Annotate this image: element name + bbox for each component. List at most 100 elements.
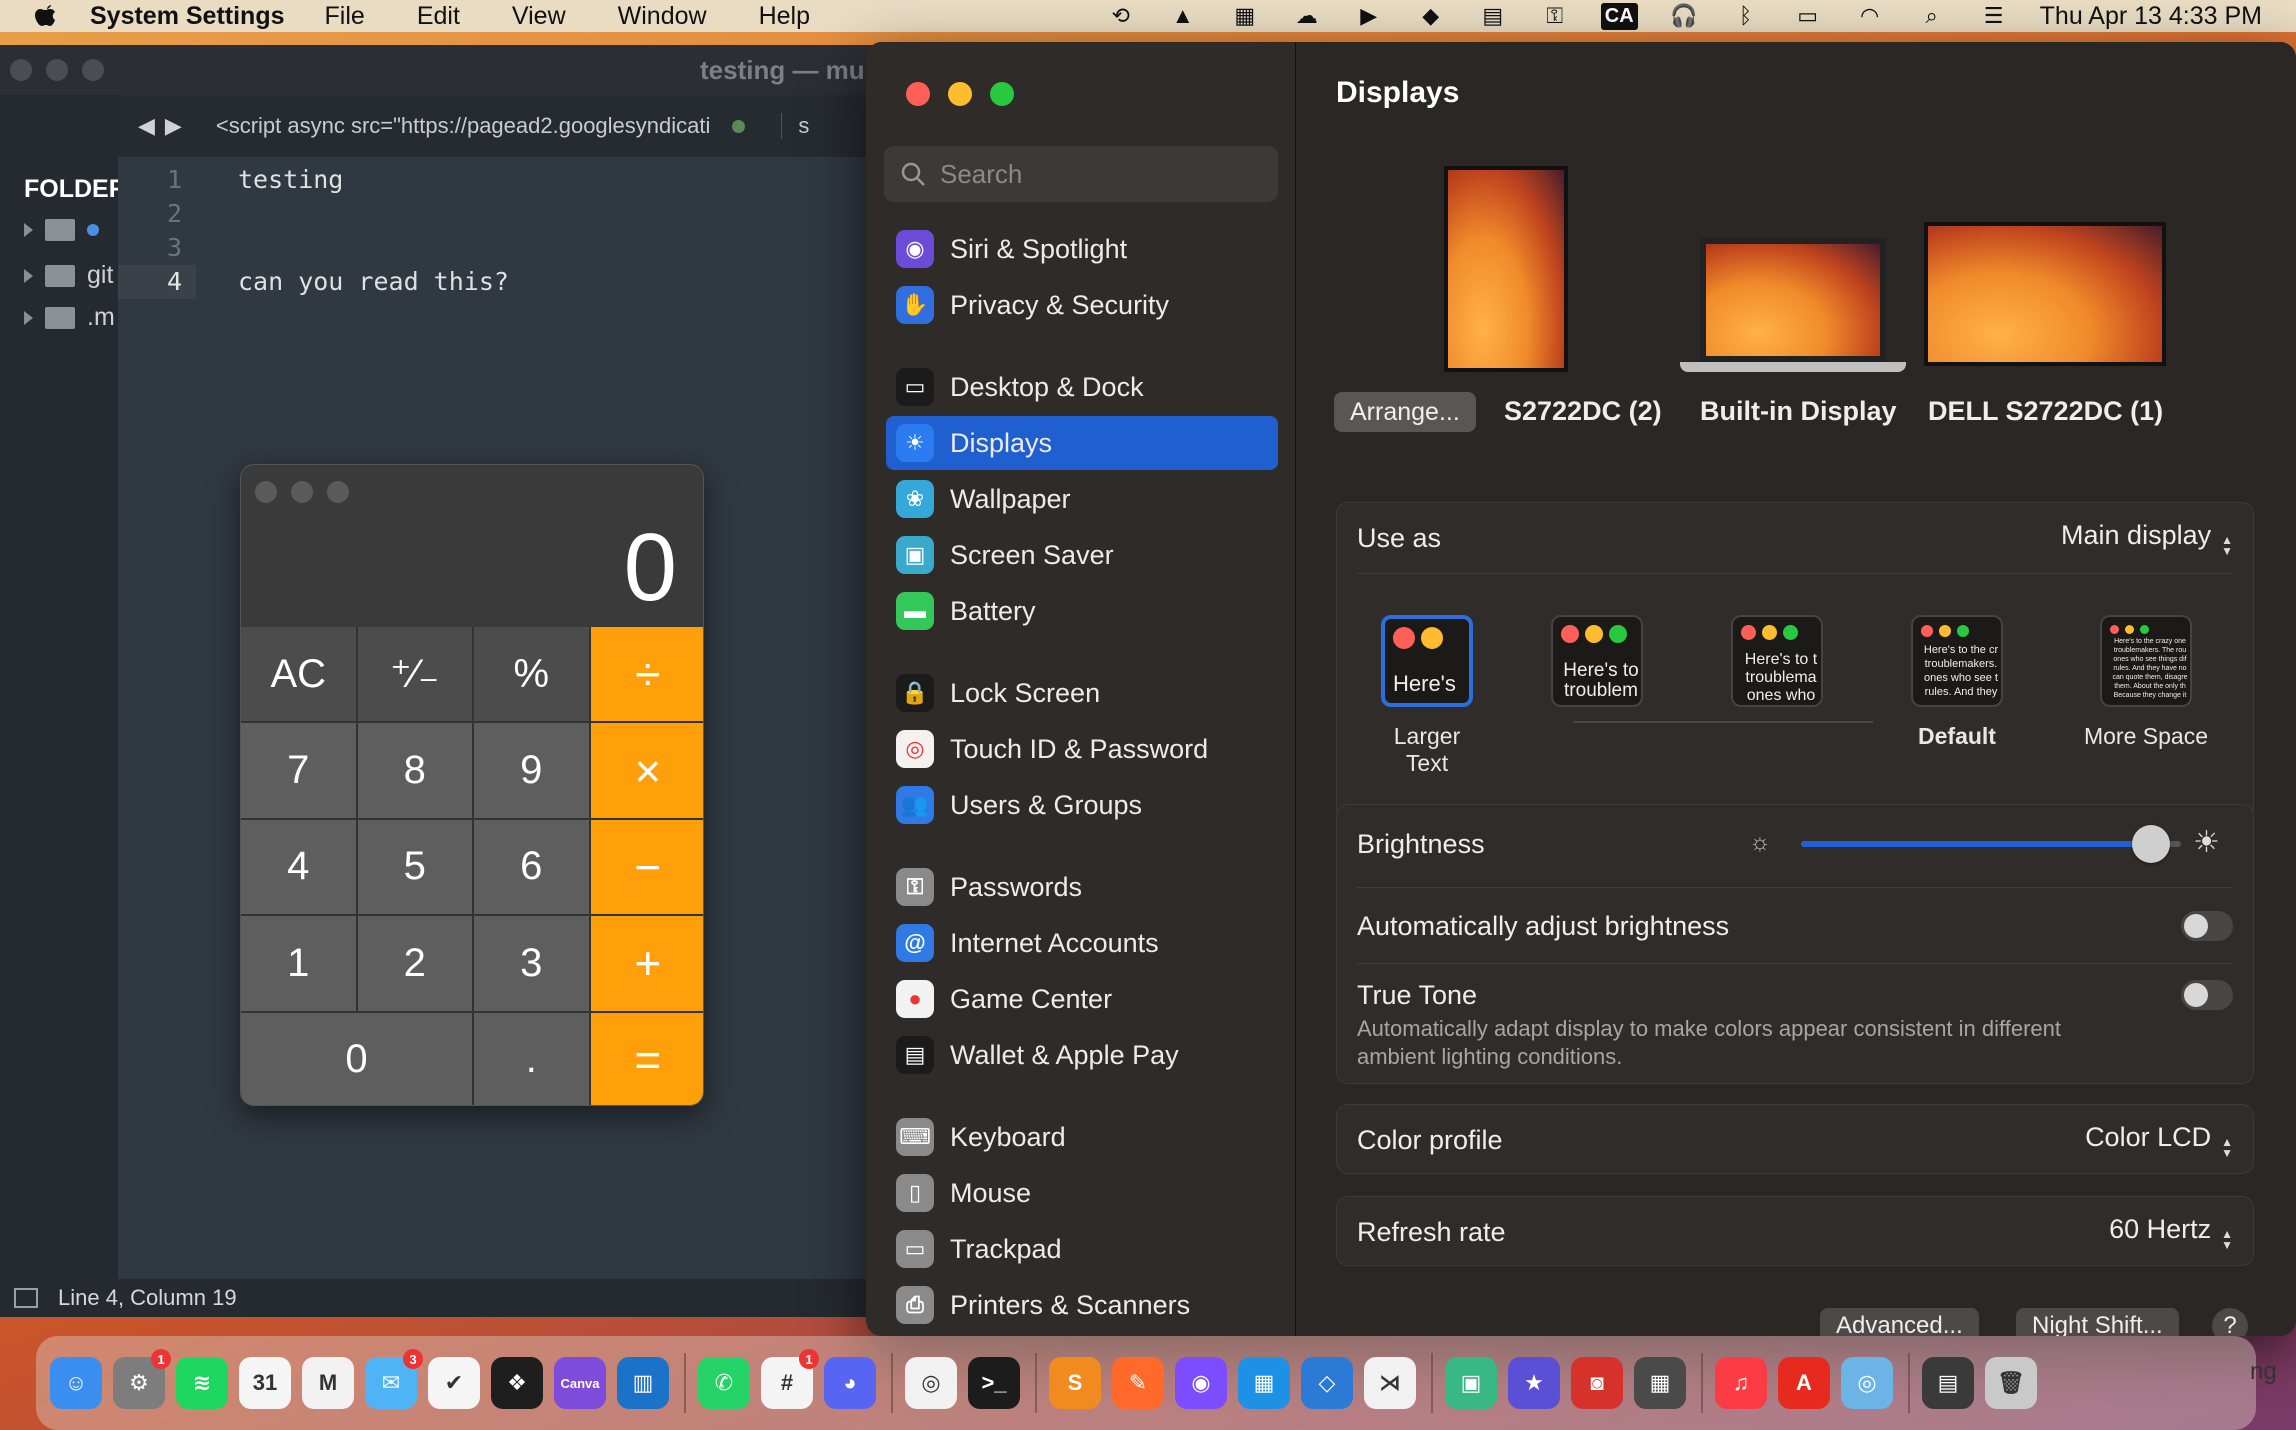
key-add[interactable]: + — [590, 916, 703, 1011]
code-line[interactable]: can you read this? — [238, 265, 509, 299]
input-source-badge[interactable]: CA — [1600, 2, 1638, 30]
github-icon[interactable]: ◉ — [1175, 1357, 1227, 1409]
key-clear[interactable]: AC — [241, 627, 356, 722]
menu-window[interactable]: Window — [618, 2, 707, 31]
tasks-icon[interactable]: ✔ — [428, 1357, 480, 1409]
menu-view[interactable]: View — [512, 2, 566, 31]
sidebar-item-battery[interactable]: ▬ Battery — [886, 584, 1278, 638]
system-settings-icon[interactable]: ⚙ 1 — [113, 1349, 171, 1409]
code-line[interactable]: testing — [238, 163, 343, 197]
key-icon[interactable]: ⚿ — [1539, 3, 1571, 28]
refresh-rate-popup[interactable]: 60 Hertz ▲ ▼ — [2109, 1214, 2233, 1251]
mail-icon[interactable]: ✉ 3 — [365, 1349, 423, 1409]
key-9[interactable]: 9 — [474, 723, 589, 818]
chrome-icon[interactable]: ◎ — [905, 1357, 957, 1409]
calculator-icon[interactable]: ▦ — [1634, 1357, 1686, 1409]
key-4[interactable]: 4 — [241, 819, 356, 915]
screen-capture-icon[interactable]: ▣ — [1445, 1357, 1497, 1409]
key-7[interactable]: 7 — [241, 723, 356, 818]
editor-tab[interactable]: <script async src="https://pagead2.googl… — [216, 113, 711, 139]
bluetooth-icon[interactable]: ᛒ — [1730, 3, 1762, 28]
monitor-label[interactable]: Built-in Display — [1700, 396, 1897, 427]
sidebar-item-keyboard[interactable]: ⌨ Keyboard — [886, 1110, 1278, 1164]
key-sign[interactable]: ⁺∕₋ — [357, 627, 472, 722]
tab-nav-arrows-icon[interactable]: ◀▶ — [138, 113, 192, 139]
sidebar-toggle-icon[interactable] — [14, 1288, 38, 1308]
drive-icon[interactable]: ▲ — [1167, 3, 1199, 28]
menubar-clock[interactable]: Thu Apr 13 4:33 PM — [2040, 2, 2262, 31]
sidebar-item-users-groups[interactable]: 👥 Users & Groups — [886, 778, 1278, 832]
app-logo-icon[interactable]: ◆ — [1415, 3, 1447, 28]
key-multiply[interactable]: × — [590, 723, 703, 818]
folder-row[interactable]: git — [24, 261, 113, 290]
resolution-option-2[interactable]: Here's to troublem — [1551, 615, 1643, 723]
discord-icon[interactable]: ◕ — [824, 1357, 876, 1409]
key-2[interactable]: 2 — [357, 916, 472, 1011]
sidebar-item-displays[interactable]: ☀ Displays — [886, 416, 1278, 470]
trash-icon[interactable]: 🗑 — [1985, 1357, 2037, 1409]
acrobat-icon[interactable]: A — [1778, 1357, 1830, 1409]
play-icon[interactable]: ▶ — [1353, 3, 1385, 28]
sidebar-item-wallet-apple-pay[interactable]: ▤ Wallet & Apple Pay — [886, 1028, 1278, 1082]
status-circle-icon[interactable]: ⟲ — [1105, 3, 1137, 28]
use-as-popup[interactable]: Main display ▲ ▼ — [2061, 520, 2233, 557]
editor-close-button[interactable] — [10, 59, 32, 81]
terminal-icon[interactable]: >_ — [968, 1357, 1020, 1409]
monitor-label[interactable]: S2722DC (2) — [1504, 396, 1662, 427]
sidebar-item-privacy-security[interactable]: ✋ Privacy & Security — [886, 278, 1278, 332]
sidebar-item-mouse[interactable]: ▯ Mouse — [886, 1166, 1278, 1220]
headphones-icon[interactable]: 🎧 — [1668, 3, 1700, 28]
desktop-stack-icon[interactable]: ▤ — [1922, 1357, 1974, 1409]
key-1[interactable]: 1 — [241, 916, 356, 1011]
resolution-option-larger-text[interactable]: Here's Larger Text — [1371, 615, 1483, 777]
builtin-display-preview[interactable] — [1700, 238, 1886, 362]
color-profile-popup[interactable]: Color LCD ▲ ▼ — [2085, 1122, 2233, 1159]
editor-tab-2[interactable]: s — [781, 113, 809, 139]
disclosure-icon[interactable] — [24, 310, 33, 325]
key-6[interactable]: 6 — [474, 819, 589, 915]
sidebar-item-lock-screen[interactable]: 🔒 Lock Screen — [886, 666, 1278, 720]
sourcetree-icon[interactable]: ◇ — [1301, 1357, 1353, 1409]
key-divide[interactable]: ÷ — [590, 627, 703, 722]
key-decimal[interactable]: . — [474, 1012, 589, 1105]
arrange-button[interactable]: Arrange... — [1334, 392, 1476, 432]
spotlight-search-icon[interactable]: ⌕ — [1916, 3, 1948, 28]
key-8[interactable]: 8 — [357, 723, 472, 818]
cloud-icon[interactable]: ☁ — [1291, 3, 1323, 28]
window-close-button[interactable] — [906, 82, 930, 106]
sidebar-item-game-center[interactable]: ● Game Center — [886, 972, 1278, 1026]
folder-row[interactable] — [24, 219, 99, 241]
key-0[interactable]: 0 — [241, 1012, 472, 1105]
pencil-icon[interactable]: ✎ — [1112, 1357, 1164, 1409]
resolution-option-3[interactable]: Here's to t troublema ones who — [1731, 615, 1823, 723]
photo-booth-icon[interactable]: ◙ — [1571, 1357, 1623, 1409]
resolution-option-more-space[interactable]: Here's to the crazy one troublemakers. T… — [2081, 615, 2211, 750]
auto-brightness-toggle[interactable] — [2181, 911, 2233, 941]
clipboard-icon[interactable]: ▤ — [1477, 3, 1509, 28]
key-3[interactable]: 3 — [474, 916, 589, 1011]
sidebar-item-printers-scanners[interactable]: ⎙ Printers & Scanners — [886, 1278, 1278, 1332]
sidebar-item-touch-id-password[interactable]: ◎ Touch ID & Password — [886, 722, 1278, 776]
window-zoom-button[interactable] — [990, 82, 1014, 106]
wifi-icon[interactable]: ◠ — [1854, 3, 1886, 28]
menu-app-name[interactable]: System Settings — [90, 2, 285, 31]
monitor-dell-1-preview[interactable] — [1924, 222, 2166, 366]
key-equals[interactable]: = — [590, 1012, 703, 1105]
sidebar-item-passwords[interactable]: ⚿ Passwords — [886, 860, 1278, 914]
sidebar-item-internet-accounts[interactable]: @ Internet Accounts — [886, 916, 1278, 970]
docker-icon[interactable]: ▦ — [1238, 1357, 1290, 1409]
apple-menu-icon[interactable] — [30, 1, 60, 31]
advanced-button[interactable]: Advanced... — [1820, 1308, 1979, 1336]
control-center-icon[interactable]: ☰ — [1978, 3, 2010, 28]
brightness-slider-knob[interactable] — [2131, 825, 2170, 863]
gmail-icon[interactable]: M — [302, 1357, 354, 1409]
grid-icon[interactable]: ▦ — [1229, 3, 1261, 28]
calendar-icon[interactable]: 31 — [239, 1357, 291, 1409]
spotify-icon[interactable]: ≋ — [176, 1357, 228, 1409]
editor-minimize-button[interactable] — [46, 59, 68, 81]
disclosure-icon[interactable] — [24, 223, 33, 237]
night-shift-button[interactable]: Night Shift... — [2016, 1308, 2179, 1336]
imovie-icon[interactable]: ★ — [1508, 1357, 1560, 1409]
figma-icon[interactable]: ❖ — [491, 1357, 543, 1409]
calc-close-button[interactable] — [255, 481, 277, 503]
